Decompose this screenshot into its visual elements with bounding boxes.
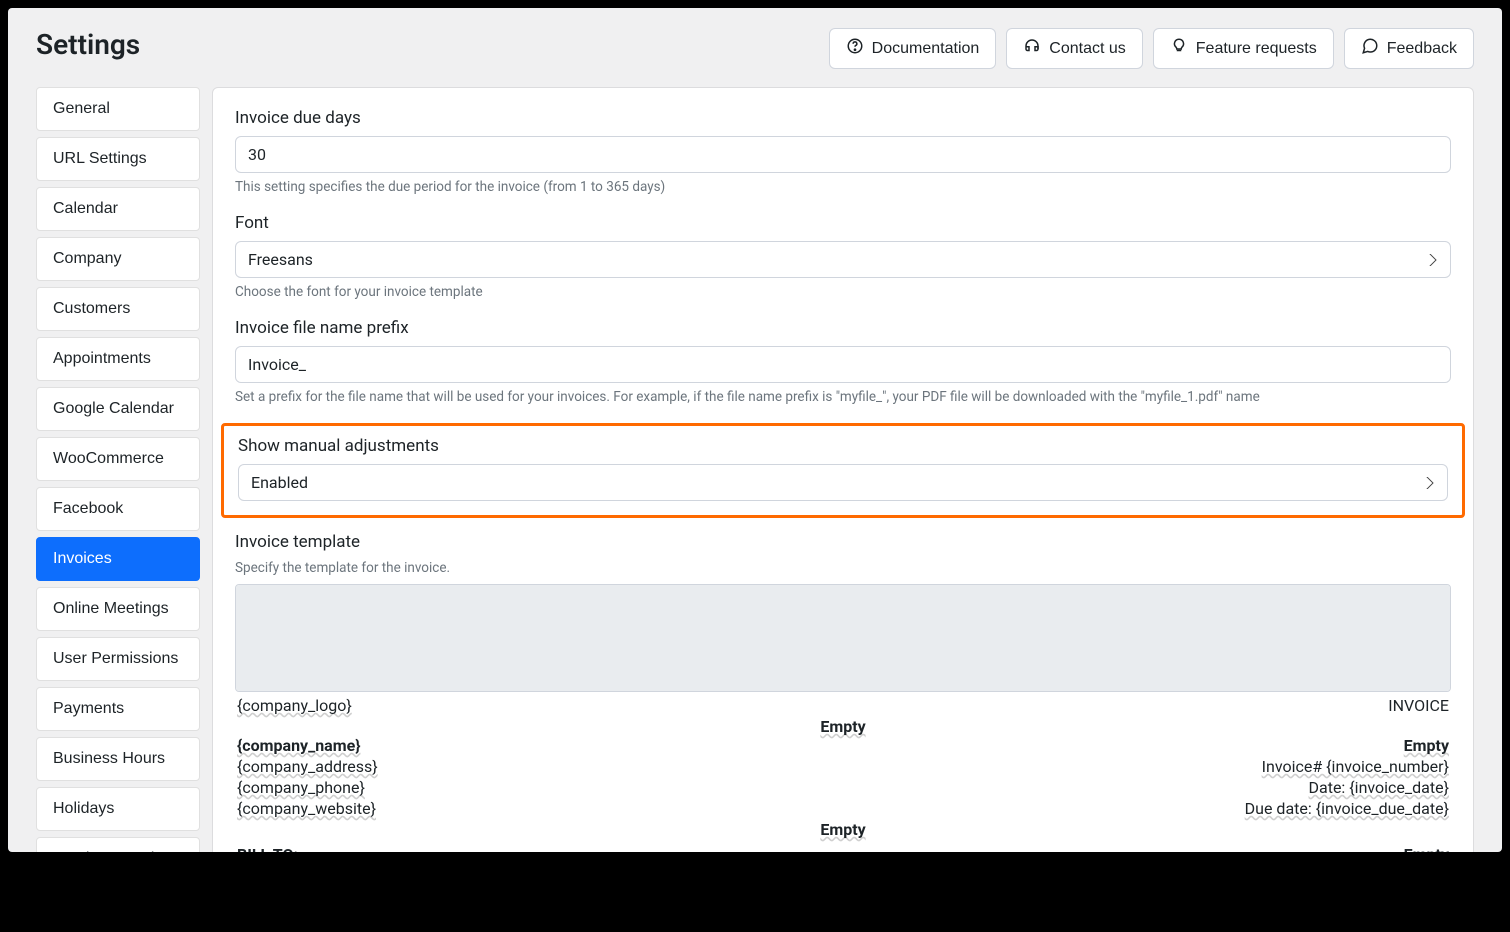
token-bill-to: BILL TO: <box>237 845 298 852</box>
sidebar-item-google-calendar[interactable]: Google Calendar <box>36 387 200 431</box>
invoice-template-group: Invoice template Specify the template fo… <box>235 532 1451 576</box>
page-title: Settings <box>36 28 140 61</box>
feedback-label: Feedback <box>1387 40 1457 58</box>
font-select[interactable]: Freesans <box>235 241 1451 278</box>
sidebar-item-business-hours[interactable]: Business Hours <box>36 737 200 781</box>
template-toolbar-area <box>236 585 1450 691</box>
sidebar-item-company[interactable]: Company <box>36 237 200 281</box>
token-invoice: INVOICE <box>1388 696 1449 715</box>
font-group: Font Freesans Choose the font for your i… <box>235 213 1451 300</box>
sidebar-item-appointments[interactable]: Appointments <box>36 337 200 381</box>
token-empty-1: Empty <box>237 717 1449 736</box>
sidebar-item-online-meetings[interactable]: Online Meetings <box>36 587 200 631</box>
token-empty-2: Empty <box>1404 736 1449 755</box>
settings-sidebar: General URL Settings Calendar Company Custom… <box>36 87 200 852</box>
token-company-logo: {company_logo} <box>237 696 352 715</box>
sidebar-item-general[interactable]: General <box>36 87 200 131</box>
sidebar-item-facebook[interactable]: Facebook <box>36 487 200 531</box>
file-prefix-label: Invoice file name prefix <box>235 318 1451 338</box>
contact-us-button[interactable]: Contact us <box>1006 28 1142 69</box>
file-prefix-group: Invoice file name prefix Set a prefix fo… <box>235 318 1451 405</box>
invoice-due-days-help: This setting specifies the due period fo… <box>235 179 1451 195</box>
documentation-button[interactable]: Documentation <box>829 28 997 69</box>
manual-adjustments-highlight: Show manual adjustments Enabled <box>221 423 1465 518</box>
invoice-template-label: Invoice template <box>235 532 1451 552</box>
sidebar-item-purchase-code[interactable]: Purchase Code <box>36 837 200 852</box>
documentation-label: Documentation <box>872 40 980 58</box>
invoice-due-days-label: Invoice due days <box>235 108 1451 128</box>
feature-requests-label: Feature requests <box>1196 40 1317 58</box>
lightbulb-icon <box>1170 37 1188 60</box>
token-invoice-date: Date: {invoice_date} <box>1309 778 1450 797</box>
header-buttons: Documentation Contact us Feature request… <box>829 28 1474 69</box>
invoice-due-days-input[interactable] <box>235 136 1451 173</box>
chat-icon <box>1361 37 1379 60</box>
manual-adjustments-label: Show manual adjustments <box>238 436 1448 456</box>
token-empty-4: Empty <box>1404 845 1449 852</box>
token-invoice-due: Due date: {invoice_due_date} <box>1245 799 1449 818</box>
sidebar-item-woocommerce[interactable]: WooCommerce <box>36 437 200 481</box>
headset-icon <box>1023 37 1041 60</box>
token-company-address: {company_address} <box>237 757 378 776</box>
sidebar-item-url-settings[interactable]: URL Settings <box>36 137 200 181</box>
invoice-template-editor[interactable] <box>235 584 1451 692</box>
token-empty-3: Empty <box>237 820 1449 839</box>
settings-panel: Invoice due days This setting specifies … <box>212 87 1474 852</box>
feature-requests-button[interactable]: Feature requests <box>1153 28 1334 69</box>
invoice-due-days-group: Invoice due days This setting specifies … <box>235 108 1451 195</box>
sidebar-item-payments[interactable]: Payments <box>36 687 200 731</box>
sidebar-item-user-permissions[interactable]: User Permissions <box>36 637 200 681</box>
token-invoice-number: Invoice# {invoice_number} <box>1262 757 1449 776</box>
sidebar-item-holidays[interactable]: Holidays <box>36 787 200 831</box>
file-prefix-input[interactable] <box>235 346 1451 383</box>
token-company-name: {company_name} <box>237 736 361 755</box>
help-circle-icon <box>846 37 864 60</box>
sidebar-item-calendar[interactable]: Calendar <box>36 187 200 231</box>
contact-us-label: Contact us <box>1049 40 1125 58</box>
template-body[interactable]: {company_logo} INVOICE Empty {company_na… <box>235 692 1451 852</box>
invoice-template-help: Specify the template for the invoice. <box>235 560 1451 576</box>
token-company-phone: {company_phone} <box>237 778 365 797</box>
file-prefix-help: Set a prefix for the file name that will… <box>235 389 1451 405</box>
feedback-button[interactable]: Feedback <box>1344 28 1474 69</box>
font-help: Choose the font for your invoice templat… <box>235 284 1451 300</box>
sidebar-item-invoices[interactable]: Invoices <box>36 537 200 581</box>
token-company-website: {company_website} <box>237 799 376 818</box>
manual-adjustments-select[interactable]: Enabled <box>238 464 1448 501</box>
sidebar-item-customers[interactable]: Customers <box>36 287 200 331</box>
font-label: Font <box>235 213 1451 233</box>
